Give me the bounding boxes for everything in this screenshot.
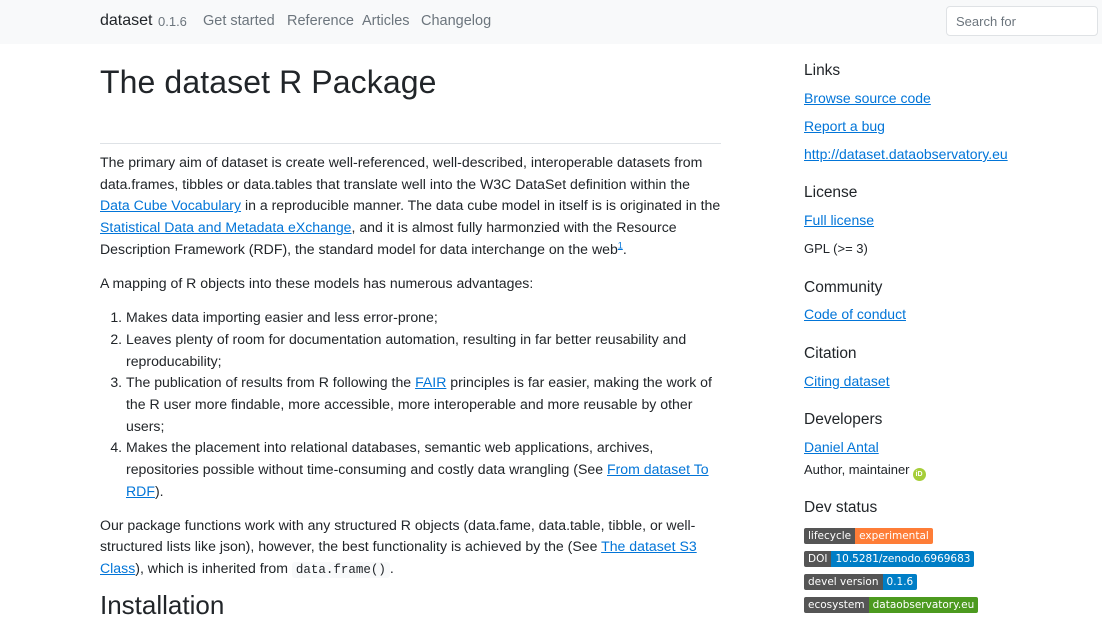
- list-item-text: ).: [154, 482, 164, 499]
- license-heading: License: [804, 184, 858, 201]
- list-item: The publication of results from R follow…: [126, 372, 721, 437]
- functions-text-3: .: [389, 559, 394, 576]
- dev-status-heading: Dev status: [804, 499, 878, 516]
- badge-value: 0.1.6: [882, 574, 918, 590]
- list-item: Makes the placement into relational data…: [126, 437, 721, 502]
- devel-version-badge[interactable]: devel version 0.1.6: [804, 574, 918, 590]
- badge-value: 10.5281/zenodo.6969683: [831, 551, 975, 567]
- lifecycle-badge[interactable]: lifecycle experimental: [804, 528, 933, 544]
- page-title: The dataset R Package: [100, 64, 437, 100]
- brand-link[interactable]: dataset: [100, 12, 152, 30]
- sdmx-link[interactable]: Statistical Data and Metadata eXchange: [100, 219, 352, 235]
- developer-role-text: Author, maintainer: [804, 462, 910, 477]
- intro-text-1: The primary aim of dataset is create wel…: [100, 154, 703, 192]
- code-of-conduct-link[interactable]: Code of conduct: [804, 306, 906, 322]
- report-bug-link[interactable]: Report a bug: [804, 118, 885, 134]
- nav-get-started[interactable]: Get started: [203, 13, 275, 29]
- functions-text-2: ), which is inherited from: [135, 559, 292, 576]
- search-input[interactable]: [946, 6, 1098, 36]
- orcid-icon[interactable]: iD: [912, 468, 926, 481]
- list-item: Makes data importing easier and less err…: [126, 307, 721, 329]
- badge-key: lifecycle: [804, 528, 856, 544]
- mapping-paragraph: A mapping of R objects into these models…: [100, 275, 534, 292]
- links-heading: Links: [804, 62, 841, 79]
- version-label: 0.1.6: [158, 14, 187, 29]
- nav-reference[interactable]: Reference: [287, 13, 354, 29]
- article-body: The primary aim of dataset is create wel…: [100, 152, 721, 594]
- installation-heading: Installation: [100, 590, 225, 620]
- citing-dataset-link[interactable]: Citing dataset: [804, 373, 890, 389]
- badge-key: DOI: [804, 551, 832, 567]
- fair-link[interactable]: FAIR: [415, 374, 446, 390]
- badge-key: devel version: [804, 574, 883, 590]
- doi-badge[interactable]: DOI 10.5281/zenodo.6969683: [804, 551, 975, 567]
- ecosystem-badge[interactable]: ecosystem dataobservatory.eu: [804, 597, 979, 613]
- browse-source-link[interactable]: Browse source code: [804, 90, 931, 106]
- intro-text-2: in a reproducible manner. The data cube …: [241, 197, 721, 214]
- advantages-list: Makes data importing easier and less err…: [100, 307, 721, 502]
- nav-changelog[interactable]: Changelog: [421, 13, 491, 29]
- citation-heading: Citation: [804, 345, 857, 362]
- nav-articles[interactable]: Articles: [362, 13, 410, 29]
- full-license-link[interactable]: Full license: [804, 212, 874, 228]
- developer-role: Author, maintainer iD: [804, 462, 926, 481]
- homepage-link[interactable]: http://dataset.dataobservatory.eu: [804, 146, 1008, 162]
- title-divider: [100, 143, 721, 144]
- community-heading: Community: [804, 279, 883, 296]
- license-text: GPL (>= 3): [804, 241, 868, 256]
- intro-paragraph: The primary aim of dataset is create wel…: [100, 152, 721, 261]
- badge-value: dataobservatory.eu: [868, 597, 979, 613]
- developer-name-link[interactable]: Daniel Antal: [804, 439, 879, 455]
- functions-paragraph: Our package functions work with any stru…: [100, 515, 721, 582]
- intro-text-4: .: [622, 240, 627, 257]
- list-item-text: The publication of results from R follow…: [126, 374, 416, 391]
- navbar: dataset 0.1.6 Get started Reference Arti…: [0, 0, 1102, 44]
- badge-key: ecosystem: [804, 597, 869, 613]
- data-frame-code: data.frame(): [291, 561, 390, 578]
- list-item: Leaves plenty of room for documentation …: [126, 329, 721, 372]
- developers-heading: Developers: [804, 411, 883, 428]
- badge-value: experimental: [855, 528, 933, 544]
- data-cube-vocabulary-link[interactable]: Data Cube Vocabulary: [100, 197, 241, 213]
- list-item-text: Makes the placement into relational data…: [126, 439, 654, 478]
